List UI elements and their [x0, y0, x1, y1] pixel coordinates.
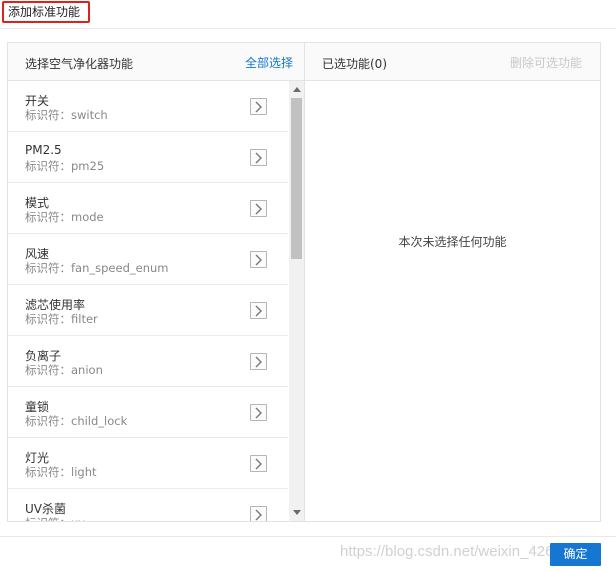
chevron-right-icon	[255, 152, 262, 164]
list-item: 风速 标识符：fan_speed_enum	[8, 234, 288, 285]
list-item: 滤芯使用率 标识符：filter	[8, 285, 288, 336]
clear-selected-link[interactable]: 删除可选功能	[510, 54, 582, 71]
function-identifier: 标识符：anion	[25, 363, 103, 377]
function-identifier: 标识符：switch	[25, 108, 108, 122]
transfer-panels: 选择空气净化器功能 全部选择 开关 标识符：switch PM2.5 标识符：pm25…	[7, 42, 601, 522]
dialog-title: 添加标准功能	[2, 1, 90, 23]
available-panel-title: 选择空气净化器功能	[25, 57, 134, 71]
chevron-right-icon	[255, 305, 262, 317]
list-item: 童锁 标识符：child_lock	[8, 387, 288, 438]
confirm-button[interactable]: 确定	[550, 543, 601, 566]
chevron-right-icon	[255, 509, 262, 521]
selected-panel-title: 已选功能(0)	[322, 57, 387, 71]
available-functions-panel: 选择空气净化器功能 全部选择 开关 标识符：switch PM2.5 标识符：pm25…	[8, 43, 305, 521]
function-list: 开关 标识符：switch PM2.5 标识符：pm25 模式 标识符：mode 风速 标识符…	[8, 81, 288, 521]
list-item: 模式 标识符：mode	[8, 183, 288, 234]
chevron-right-icon	[255, 203, 262, 215]
function-identifier: 标识符：mode	[25, 210, 104, 224]
title-divider	[0, 28, 616, 29]
footer-divider	[0, 536, 616, 537]
add-function-button[interactable]	[250, 200, 267, 217]
chevron-right-icon	[255, 101, 262, 113]
list-scrollbar[interactable]	[289, 81, 304, 521]
function-identifier: 标识符：pm25	[25, 159, 105, 173]
select-all-link[interactable]: 全部选择	[245, 54, 293, 71]
chevron-right-icon	[255, 407, 262, 419]
add-function-button[interactable]	[250, 251, 267, 268]
selected-functions-panel: 已选功能(0) 删除可选功能 本次未选择任何功能	[305, 43, 600, 521]
add-function-button[interactable]	[250, 506, 267, 521]
dialog-title-text: 添加标准功能	[8, 5, 81, 19]
function-identifier: 标识符：fan_speed_enum	[25, 261, 169, 275]
list-item: PM2.5 标识符：pm25	[8, 132, 288, 183]
function-identifier: 标识符：child_lock	[25, 414, 128, 428]
function-identifier: 标识符：uv	[25, 515, 85, 521]
list-item: 负离子 标识符：anion	[8, 336, 288, 387]
list-item: UV杀菌标识符：uv	[8, 489, 288, 521]
list-item: 开关 标识符：switch	[8, 81, 288, 132]
available-panel-header: 选择空气净化器功能 全部选择	[8, 43, 304, 81]
function-identifier: 标识符：light	[25, 465, 97, 479]
empty-selection-text: 本次未选择任何功能	[398, 235, 507, 249]
selected-panel-header: 已选功能(0) 删除可选功能	[305, 43, 600, 81]
add-function-button[interactable]	[250, 353, 267, 370]
function-name: PM2.5	[25, 143, 62, 157]
add-function-button[interactable]	[250, 302, 267, 319]
arrow-up-icon[interactable]	[293, 87, 301, 92]
chevron-right-icon	[255, 254, 262, 266]
add-function-button[interactable]	[250, 404, 267, 421]
arrow-down-icon[interactable]	[293, 510, 301, 515]
scroll-thumb[interactable]	[291, 98, 302, 259]
add-function-button[interactable]	[250, 149, 267, 166]
chevron-right-icon	[255, 356, 262, 368]
function-identifier: 标识符：filter	[25, 312, 98, 326]
add-function-button[interactable]	[250, 455, 267, 472]
add-function-button[interactable]	[250, 98, 267, 115]
chevron-right-icon	[255, 458, 262, 470]
list-item: 灯光 标识符：light	[8, 438, 288, 489]
